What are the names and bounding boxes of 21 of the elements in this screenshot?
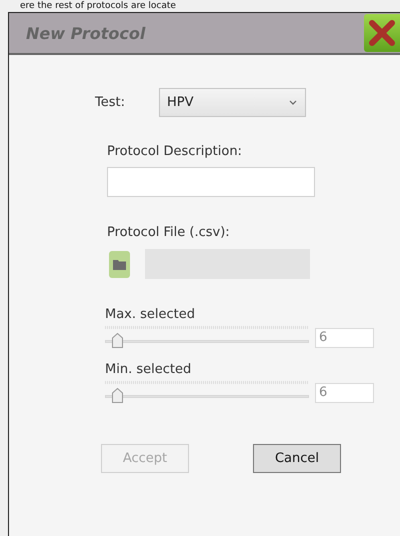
close-icon xyxy=(369,20,395,46)
test-dropdown[interactable]: HPV xyxy=(159,88,306,117)
browse-button[interactable] xyxy=(109,250,130,278)
slider-label: Max. selected xyxy=(105,307,196,322)
description-label: Protocol Description: xyxy=(107,144,243,159)
file-label: Protocol File (.csv): xyxy=(107,225,231,240)
slider-track[interactable] xyxy=(105,381,309,403)
slider-track[interactable] xyxy=(105,326,309,348)
dialog-button[interactable]: Cancel xyxy=(253,444,341,473)
document-text: ere the rest of protocols are locate xyxy=(20,0,176,12)
window-title: New Protocol xyxy=(26,24,146,42)
slider-thumb[interactable] xyxy=(112,333,124,348)
value-field[interactable]: 6 xyxy=(315,383,374,403)
description-field[interactable] xyxy=(107,167,315,197)
test-label: Test: xyxy=(95,95,126,110)
slider-label: Min. selected xyxy=(105,362,192,377)
slider-thumb[interactable] xyxy=(112,388,124,403)
caret-icon xyxy=(289,100,297,105)
folder-icon xyxy=(113,258,126,270)
close-button[interactable] xyxy=(364,14,400,52)
value-field[interactable]: 6 xyxy=(315,328,374,348)
